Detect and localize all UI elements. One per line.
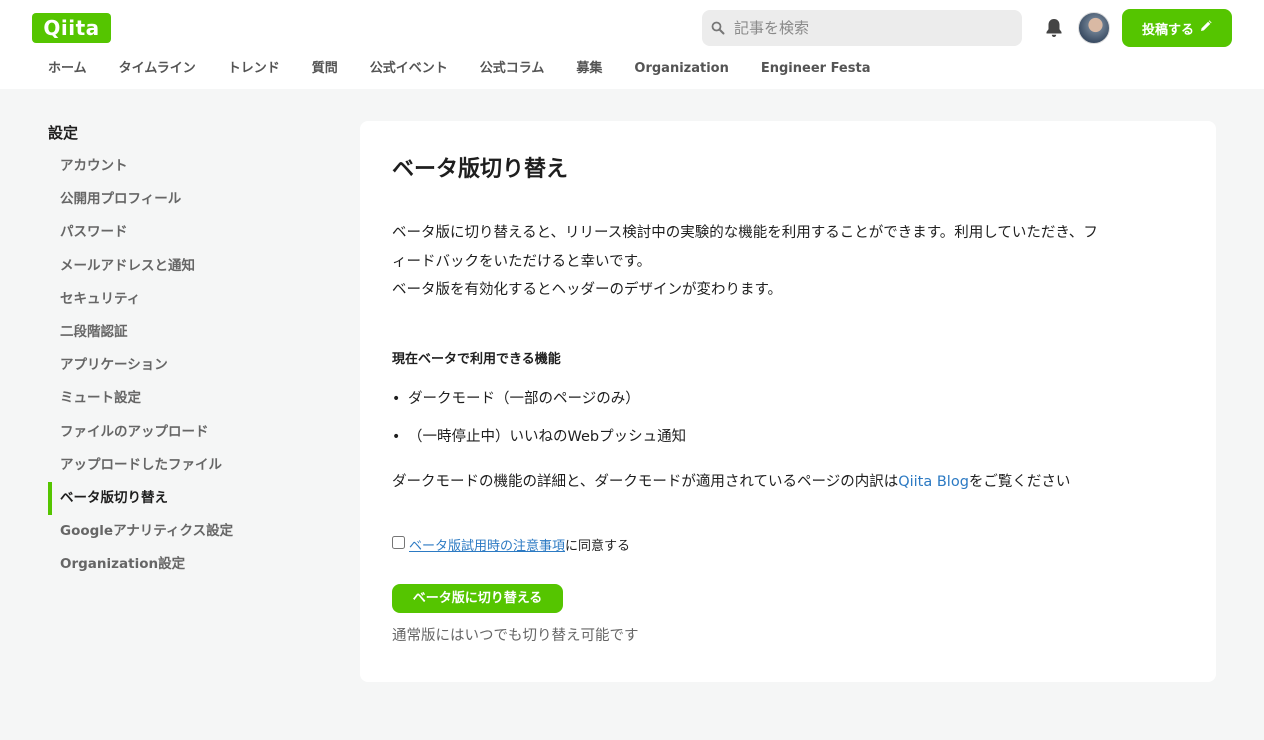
features-list: ダークモード（一部のページのみ） （一時停止中）いいねのWebプッシュ通知 xyxy=(392,386,686,462)
description-line: ベータ版に切り替えると、リリース検討中の実験的な機能を利用することができます。利… xyxy=(392,225,1098,241)
agreement-row: ベータ版試用時の注意事項 に同意する xyxy=(392,535,630,554)
nav-item-official-column[interactable]: 公式コラム xyxy=(464,56,561,89)
feature-item: （一時停止中）いいねのWebプッシュ通知 xyxy=(392,424,686,462)
description-line: ベータ版を有効化するとヘッダーのデザインが変わります。 xyxy=(392,282,783,298)
sidebar-item-email-notifications[interactable]: メールアドレスと通知 xyxy=(48,250,308,283)
features-heading: 現在ベータで利用できる機能 xyxy=(392,352,561,367)
qiita-blog-link[interactable]: Qiita Blog xyxy=(898,474,969,490)
search-icon xyxy=(702,10,734,46)
beta-description: ベータ版に切り替えると、リリース検討中の実験的な機能を利用することができます。利… xyxy=(392,219,1192,305)
sidebar-item-google-analytics[interactable]: Googleアナリティクス設定 xyxy=(48,515,308,548)
pencil-icon xyxy=(1200,20,1212,36)
page-title: ベータ版切り替え xyxy=(392,157,569,182)
nav-item-official-events[interactable]: 公式イベント xyxy=(354,56,464,89)
sidebar-item-applications[interactable]: アプリケーション xyxy=(48,349,308,382)
description-line: ィードバックをいただけると幸いです。 xyxy=(392,253,652,270)
post-button[interactable]: 投稿する xyxy=(1122,9,1232,47)
settings-sidebar: 設定 アカウント 公開用プロフィール パスワード メールアドレスと通知 セキュリ… xyxy=(48,118,308,581)
nav-item-organization[interactable]: Organization xyxy=(618,56,744,89)
sidebar-item-password[interactable]: パスワード xyxy=(48,216,308,249)
sidebar-item-account[interactable]: アカウント xyxy=(48,150,308,183)
sidebar-item-file-upload[interactable]: ファイルのアップロード xyxy=(48,416,308,449)
sidebar-item-beta[interactable]: ベータ版切り替え xyxy=(48,481,308,516)
sidebar-item-public-profile[interactable]: 公開用プロフィール xyxy=(48,183,308,216)
blog-suffix-text: をご覧ください xyxy=(968,474,1071,490)
search-input[interactable] xyxy=(734,19,1004,37)
sidebar-item-organization[interactable]: Organization設定 xyxy=(48,548,308,581)
blog-prefix-text: ダークモードの機能の詳細と、ダークモードが適用されているページの内訳は xyxy=(392,474,899,490)
nav-item-timeline[interactable]: タイムライン xyxy=(103,56,212,89)
nav-item-home[interactable]: ホーム xyxy=(32,56,103,89)
qiita-logo[interactable]: Qiita xyxy=(32,13,111,43)
nav-item-recruitment[interactable]: 募集 xyxy=(560,56,618,89)
sidebar-item-two-factor[interactable]: 二段階認証 xyxy=(48,316,308,349)
sidebar-item-mute[interactable]: ミュート設定 xyxy=(48,382,308,415)
notification-bell-icon[interactable] xyxy=(1042,16,1066,40)
sidebar-title: 設定 xyxy=(48,124,79,142)
global-nav: ホーム タイムライン トレンド 質問 公式イベント 公式コラム 募集 Organ… xyxy=(32,56,886,89)
sidebar-item-uploaded-files[interactable]: アップロードしたファイル xyxy=(48,449,308,482)
dark-mode-info: ダークモードの機能の詳細と、ダークモードが適用されているページの内訳はQiita… xyxy=(392,469,1070,495)
user-avatar[interactable] xyxy=(1078,12,1110,44)
nav-item-engineer-festa[interactable]: Engineer Festa xyxy=(745,56,887,89)
beta-settings-panel: ベータ版切り替え ベータ版に切り替えると、リリース検討中の実験的な機能を利用する… xyxy=(360,121,1216,682)
feature-item: ダークモード（一部のページのみ） xyxy=(392,386,686,424)
switch-note: 通常版にはいつでも切り替え可能です xyxy=(392,628,639,644)
agree-suffix-text: に同意する xyxy=(565,539,631,554)
nav-item-trend[interactable]: トレンド xyxy=(212,56,296,89)
agree-checkbox[interactable] xyxy=(392,536,405,549)
nav-item-questions[interactable]: 質問 xyxy=(296,56,354,89)
sidebar-item-security[interactable]: セキュリティ xyxy=(48,283,308,316)
search-box[interactable] xyxy=(702,10,1022,46)
switch-to-beta-button[interactable]: ベータ版に切り替える xyxy=(392,584,563,613)
header: Qiita 投稿する ホーム タイムライン トレンド 質問 公式イベント 公式コ… xyxy=(0,0,1264,89)
beta-terms-link[interactable]: ベータ版試用時の注意事項 xyxy=(409,535,565,554)
post-button-label: 投稿する xyxy=(1141,22,1194,38)
